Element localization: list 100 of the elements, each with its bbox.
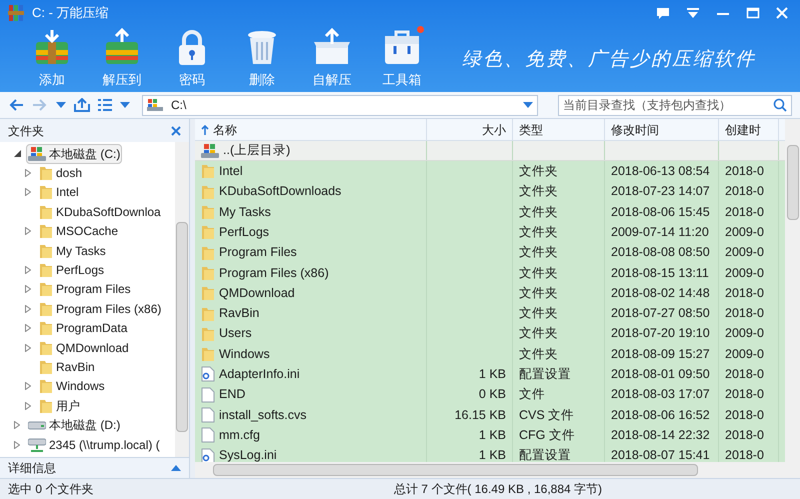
tree-item[interactable]: KDubaSoftDownloa bbox=[37, 202, 163, 222]
table-cell-text: 文件夹 bbox=[519, 346, 558, 363]
drive-icon bbox=[28, 146, 46, 162]
table-cell-text: Intel bbox=[219, 163, 243, 180]
file-row[interactable]: SysLog.ini 1 KB 配置设置 2018-08-07 15:41 2018-0 bbox=[195, 445, 785, 462]
folder-icon bbox=[201, 346, 215, 362]
file-row[interactable]: QMDownload 文件夹 2018-08-02 14:48 2018-0 bbox=[195, 283, 785, 304]
tree-item[interactable]: Program Files (x86) bbox=[37, 298, 164, 319]
column-header[interactable]: 大小 bbox=[427, 119, 513, 140]
back-arrow-icon[interactable] bbox=[8, 98, 24, 112]
file-row[interactable]: mm.cfg 1 KB CFG 文件 2018-08-14 22:32 2018-0 bbox=[195, 425, 785, 446]
file-row[interactable]: KDubaSoftDownloads 文件夹 2018-07-23 14:07 2018-0 bbox=[195, 182, 785, 202]
file-row[interactable]: My Tasks 文件夹 2018-08-06 15:45 2018-0 bbox=[195, 202, 785, 222]
list-view-icon[interactable] bbox=[98, 99, 112, 111]
tree-item[interactable]: 本地磁盘 (C:) bbox=[26, 144, 122, 164]
collapsed-arrow-icon[interactable] bbox=[11, 440, 23, 449]
collapsed-arrow-icon[interactable] bbox=[22, 304, 34, 313]
table-cell-text: 2018-0 bbox=[725, 406, 764, 424]
folder-icon bbox=[201, 204, 215, 220]
table-cell-text: 2018-0 bbox=[725, 183, 764, 200]
table-cell-text: 2018-08-07 15:41 bbox=[611, 447, 710, 462]
file-row[interactable]: Program Files (x86) 文件夹 2018-08-15 13:11 2009-0 bbox=[195, 262, 785, 284]
tree-item[interactable]: ProgramData bbox=[37, 318, 130, 338]
file-row[interactable]: END 0 KB 文件 2018-08-03 17:07 2018-0 bbox=[195, 384, 785, 405]
horizontal-scrollbar[interactable] bbox=[195, 462, 800, 478]
tree-item[interactable]: QMDownload bbox=[37, 338, 131, 358]
tree-item[interactable]: dosh bbox=[37, 163, 84, 184]
folder-icon bbox=[201, 285, 215, 302]
search-icon[interactable] bbox=[773, 98, 787, 112]
tree-item[interactable]: MSOCache bbox=[37, 221, 120, 242]
file-icon bbox=[201, 427, 215, 444]
folder-icon bbox=[201, 326, 215, 342]
collapsed-arrow-icon[interactable] bbox=[22, 169, 34, 178]
table-cell-text: 2018-0 bbox=[725, 426, 764, 444]
file-row[interactable]: Users 文件夹 2018-07-20 19:10 2009-0 bbox=[195, 324, 785, 344]
table-cell-text: 2018-0 bbox=[725, 366, 764, 384]
caret-icon[interactable] bbox=[56, 102, 66, 108]
tree-item[interactable]: Program Files bbox=[37, 279, 133, 300]
column-header[interactable]: 名称 bbox=[195, 119, 427, 140]
collapsed-arrow-icon[interactable] bbox=[11, 421, 23, 430]
caret-icon[interactable] bbox=[523, 102, 533, 108]
table-cell-text: 0 KB bbox=[478, 386, 506, 404]
table-cell-text: 2018-0 bbox=[725, 204, 764, 221]
folder-icon bbox=[201, 163, 215, 180]
table-cell-text: install_softs.cvs bbox=[219, 406, 307, 424]
summary-text: 总计 7 个文件( 16.49 KB , 16,884 字节) bbox=[392, 481, 604, 498]
close-icon[interactable] bbox=[171, 126, 181, 136]
tree-item[interactable]: PerfLogs bbox=[37, 260, 106, 280]
network-drive-icon bbox=[28, 436, 46, 453]
tree-item[interactable]: 用户 bbox=[37, 396, 82, 416]
file-row[interactable]: PerfLogs 文件夹 2009-07-14 11:20 2009-0 bbox=[195, 222, 785, 242]
search-field[interactable]: 当前目录查找（支持包内查找） bbox=[558, 94, 792, 116]
column-header[interactable]: 创建时 bbox=[719, 119, 779, 140]
tree-item[interactable]: 2345 (\\trump.local) ( bbox=[26, 434, 162, 455]
table-cell-text: CVS 文件 bbox=[519, 406, 574, 424]
address-field[interactable]: C:\ bbox=[142, 94, 538, 116]
file-row[interactable]: install_softs.cvs 16.15 KB CVS 文件 2018-08-06 16:52 2018-0 bbox=[195, 404, 785, 426]
table-cell-text: 2009-0 bbox=[725, 224, 764, 241]
table-cell-text: RavBin bbox=[219, 305, 260, 322]
maximize-icon[interactable] bbox=[746, 7, 760, 19]
file-row[interactable]: RavBin 文件夹 2018-07-27 08:50 2018-0 bbox=[195, 303, 785, 324]
table-cell-text: 16.15 KB bbox=[454, 406, 506, 424]
dropdown-icon[interactable] bbox=[686, 7, 700, 19]
tree-item[interactable]: My Tasks bbox=[37, 240, 108, 261]
file-row[interactable]: AdapterInfo.ini 1 KB 配置设置 2018-08-01 09:50 2018-0 bbox=[195, 364, 785, 385]
table-cell-text: 文件夹 bbox=[519, 163, 558, 180]
table-cell-text: KDubaSoftDownloads bbox=[219, 183, 342, 200]
column-header[interactable]: 修改时间 bbox=[605, 119, 719, 140]
collapse-caret-icon[interactable] bbox=[171, 465, 181, 471]
collapsed-arrow-icon[interactable] bbox=[22, 188, 34, 196]
collapsed-arrow-icon[interactable] bbox=[22, 402, 34, 410]
folder-icon bbox=[39, 378, 53, 394]
folder-icon bbox=[201, 224, 215, 240]
tree-item[interactable]: 本地磁盘 (D:) bbox=[26, 415, 122, 436]
chat-icon[interactable] bbox=[656, 6, 670, 20]
tree-item[interactable]: RavBin bbox=[37, 357, 97, 377]
disk-drive-icon bbox=[28, 419, 46, 432]
app-logo-icon bbox=[8, 4, 24, 22]
tree-item[interactable]: Intel bbox=[37, 182, 81, 202]
collapsed-arrow-icon[interactable] bbox=[22, 382, 34, 390]
table-cell-text: SysLog.ini bbox=[219, 447, 277, 462]
table-cell-text: Windows bbox=[219, 346, 270, 363]
caret-icon[interactable] bbox=[120, 102, 130, 108]
collapsed-arrow-icon[interactable] bbox=[22, 227, 34, 236]
table-cell-text: 文件 bbox=[519, 386, 545, 404]
column-header[interactable]: 类型 bbox=[513, 119, 605, 140]
file-row[interactable]: Program Files 文件夹 2018-08-08 08:50 2009-0 bbox=[195, 242, 785, 263]
collapsed-arrow-icon[interactable] bbox=[22, 285, 34, 294]
scrollbar[interactable] bbox=[785, 119, 800, 462]
scrollbar[interactable] bbox=[175, 142, 189, 457]
folder-icon bbox=[201, 184, 215, 200]
folder-icon bbox=[39, 242, 53, 259]
collapsed-arrow-icon[interactable] bbox=[22, 324, 34, 332]
file-row[interactable]: Intel 文件夹 2018-06-13 08:54 2018-0 bbox=[195, 161, 785, 182]
tree-item[interactable]: Windows bbox=[37, 376, 107, 396]
up-folder-icon[interactable] bbox=[74, 98, 90, 112]
file-row[interactable]: Windows 文件夹 2018-08-09 15:27 2009-0 bbox=[195, 344, 785, 364]
collapsed-arrow-icon[interactable] bbox=[22, 266, 34, 274]
collapsed-arrow-icon[interactable] bbox=[22, 344, 34, 352]
table-cell-text: 1 KB bbox=[478, 426, 506, 444]
